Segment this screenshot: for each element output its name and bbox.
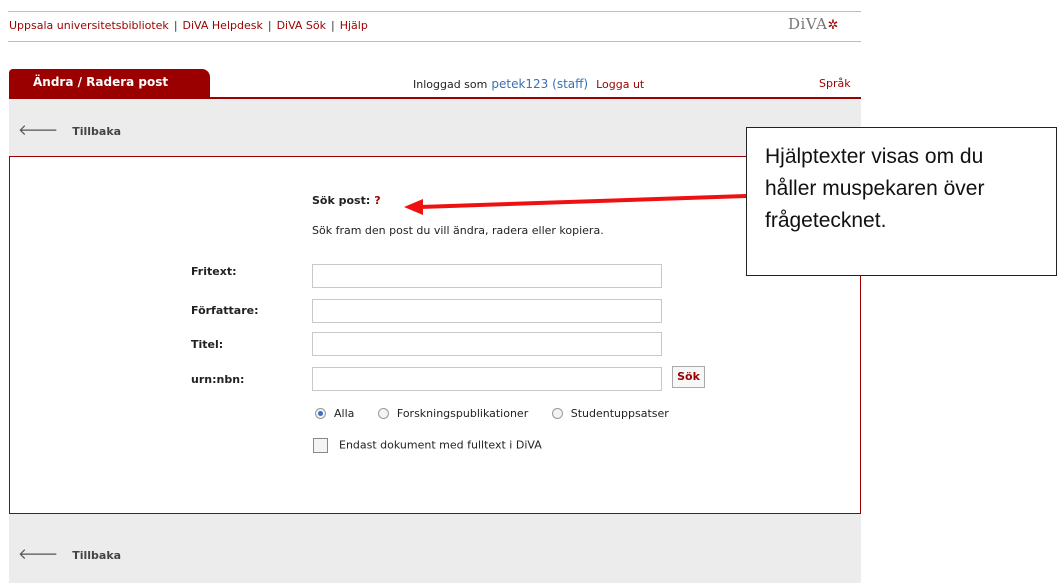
annotation-arrow-line xyxy=(419,194,747,209)
annotation-arrowhead xyxy=(404,199,423,215)
callout-line-3: frågetecknet. xyxy=(765,209,887,232)
callout-line-1: Hjälptexter visas om du xyxy=(765,145,984,168)
callout-line-2: håller muspekaren över xyxy=(765,177,985,200)
annotation-callout: Hjälptexter visas om du håller muspekare… xyxy=(746,127,1057,276)
annotation-arrow xyxy=(404,194,747,215)
